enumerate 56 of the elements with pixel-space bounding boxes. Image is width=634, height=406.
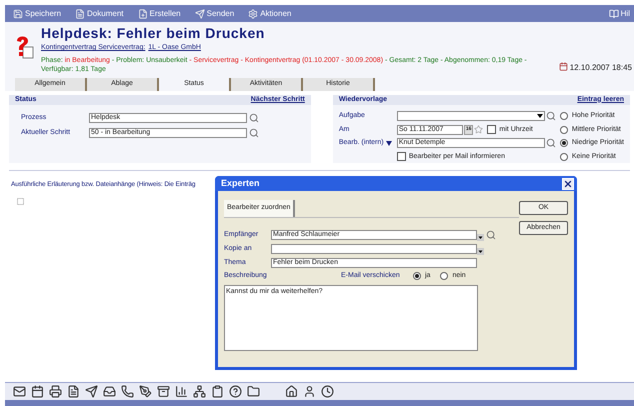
document-icon — [75, 8, 86, 18]
date-text: 12.10.2007 18:45 — [570, 62, 632, 74]
document-icon[interactable] — [67, 385, 80, 398]
checkbox[interactable] — [396, 152, 406, 162]
broken-image-icon — [17, 198, 24, 205]
phone-icon[interactable] — [121, 385, 134, 398]
book-icon — [608, 8, 619, 18]
caret-icon — [386, 140, 392, 146]
star-icon[interactable] — [474, 125, 484, 134]
radio-button[interactable] — [560, 112, 568, 120]
radio-button[interactable] — [560, 152, 568, 161]
close-icon — [563, 178, 573, 188]
caret-icon[interactable] — [477, 248, 484, 254]
send-icon[interactable] — [85, 385, 98, 398]
help-icon[interactable] — [229, 385, 242, 398]
dropdown[interactable] — [396, 111, 545, 122]
caret-icon[interactable] — [477, 234, 484, 240]
search-icon[interactable] — [546, 138, 556, 148]
send-icon — [194, 8, 205, 18]
checkbox[interactable] — [487, 125, 496, 134]
pen-icon[interactable] — [139, 385, 152, 398]
archive-icon[interactable] — [157, 385, 170, 398]
printer-icon[interactable] — [49, 385, 62, 398]
calendar-icon — [558, 62, 568, 71]
help-button[interactable]: Hil — [608, 8, 630, 20]
radio-button[interactable] — [440, 272, 448, 280]
radio-button[interactable] — [560, 126, 568, 134]
toolbar-button[interactable]: Dokument — [75, 8, 124, 20]
search-icon[interactable] — [249, 113, 259, 124]
radio-button[interactable] — [413, 272, 421, 280]
person-icon[interactable] — [303, 385, 316, 398]
question-mark-document-icon — [15, 35, 35, 59]
hierarchy-icon[interactable] — [193, 385, 206, 398]
search-icon[interactable] — [249, 128, 259, 138]
toolbar-button[interactable]: Speichern — [13, 8, 62, 20]
toolbar-button[interactable]: Senden — [194, 8, 234, 20]
clock-icon[interactable] — [321, 385, 334, 398]
calendar-icon[interactable] — [31, 385, 44, 398]
search-icon[interactable] — [486, 230, 496, 240]
bar-chart-icon[interactable] — [175, 385, 188, 398]
gear-icon — [248, 8, 258, 18]
tray-icon[interactable] — [103, 385, 116, 398]
toolbar-button[interactable]: Erstellen — [138, 8, 181, 20]
caret-icon — [536, 112, 544, 120]
house-icon[interactable] — [285, 385, 298, 398]
text-field[interactable] — [271, 244, 477, 254]
envelope-icon[interactable] — [13, 385, 26, 398]
folder-icon[interactable] — [247, 385, 260, 398]
page-title: Helpdesk: Fehler beim Drucken — [41, 25, 266, 42]
document-plus-icon — [138, 8, 148, 18]
toolbar-button[interactable]: Aktionen — [248, 8, 292, 20]
search-icon[interactable] — [546, 111, 556, 122]
clipboard-icon[interactable] — [211, 385, 224, 398]
close-button[interactable] — [562, 178, 574, 190]
dialog-title: Experten — [220, 176, 260, 190]
radio-button[interactable] — [560, 139, 568, 148]
